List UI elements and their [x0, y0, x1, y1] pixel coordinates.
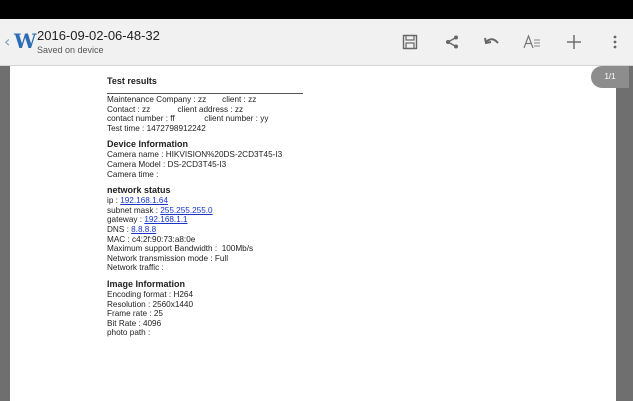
page-indicator: 1/1 [591, 66, 629, 88]
value: zz [234, 104, 244, 114]
label: subnet mask [107, 205, 154, 215]
label: contact number [107, 114, 164, 124]
contact-number-line: contact number : ff client number : yy [107, 114, 269, 124]
subnet-link[interactable]: 255.255.255.0 [160, 206, 212, 215]
network-traffic-line: Network traffic : [107, 263, 164, 273]
gateway-line: gateway : 192.168.1.1 [107, 215, 188, 225]
divider [107, 93, 303, 94]
photo-path-line: photo path : [107, 328, 151, 338]
label: Network traffic [107, 263, 160, 273]
label: Encoding format [107, 289, 167, 299]
value: c4:2f:90:73:a8:0e [132, 234, 196, 244]
camera-name-line: Camera name : HIKVISION%20DS-2CD3T45-I3 [107, 150, 283, 160]
text-format-icon[interactable] [521, 30, 543, 54]
label: Network transmission mode [107, 253, 209, 263]
document-title: 2016-09-02-06-48-32 [37, 28, 160, 43]
label: gateway [107, 215, 138, 225]
transmission-mode-line: Network transmission mode : Full [107, 253, 229, 263]
label: Camera Model [107, 159, 161, 169]
document-subtitle: Saved on device [37, 45, 104, 55]
camera-time-line: Camera time : [107, 169, 159, 179]
resolution-line: Resolution : 2560x1440 [107, 299, 194, 309]
ip-line: ip : 192.168.1.64 [107, 196, 169, 206]
label: client [222, 95, 242, 104]
share-icon[interactable] [441, 30, 463, 54]
save-icon[interactable] [399, 30, 421, 54]
label: client number [204, 114, 254, 124]
gateway-link[interactable]: 192.168.1.1 [144, 215, 187, 224]
label: client address [177, 104, 229, 114]
bandwidth-line: Maximum support Bandwidth : 100Mb/s [107, 244, 254, 254]
scrollbar[interactable] [623, 66, 633, 401]
value: HIKVISION%20DS-2CD3T45-I3 [165, 150, 283, 160]
document-content: Test results Maintenance Company : zz cl… [107, 76, 303, 338]
word-logo-icon: W [14, 29, 37, 53]
value: 25 [153, 309, 163, 319]
value: 2560x1440 [152, 299, 194, 309]
document-heading: Test results [107, 76, 157, 86]
label: Maintenance Company [107, 95, 192, 104]
status-bar [0, 0, 633, 19]
frame-rate-line: Frame rate : 25 [107, 309, 163, 319]
mac-line: MAC : c4:2f:90:73:a8:0e [107, 234, 196, 244]
label: DNS [107, 224, 125, 234]
camera-model-line: Camera Model : DS-2CD3T45-I3 [107, 159, 227, 169]
value: 100Mb/s [221, 244, 254, 254]
label: Contact [107, 104, 136, 114]
add-icon[interactable] [563, 30, 585, 54]
value: zz [142, 104, 151, 114]
value: zz [198, 95, 207, 104]
undo-icon[interactable] [481, 30, 503, 54]
label: Maximum support Bandwidth [107, 244, 213, 254]
value: yy [260, 114, 269, 124]
label: Frame rate [107, 309, 148, 319]
app-bar: ‹ W 2016-09-02-06-48-32 Saved on device [0, 19, 633, 66]
document-page[interactable] [10, 66, 616, 401]
value: H264 [173, 289, 194, 299]
encoding-line: Encoding format : H264 [107, 289, 194, 299]
label: Resolution [107, 299, 146, 309]
label: ip [107, 196, 114, 206]
more-icon[interactable] [604, 30, 626, 54]
value: DS-2CD3T45-I3 [167, 159, 227, 169]
ip-link[interactable]: 192.168.1.64 [120, 196, 168, 205]
value: Full [214, 253, 229, 263]
subnet-line: subnet mask : 255.255.255.0 [107, 205, 213, 215]
image-info-heading: Image Information [107, 278, 186, 289]
maintenance-line: Maintenance Company : zz client : zz [107, 95, 257, 104]
bit-rate-line: Bit Rate : 4096 [107, 318, 162, 328]
contact-line: Contact : zz client address : zz [107, 104, 244, 114]
label: photo path [107, 328, 146, 338]
label: MAC [107, 234, 126, 244]
value: ff [170, 114, 175, 124]
network-heading: network status [107, 185, 171, 196]
label: Test time [107, 123, 140, 133]
dns-link[interactable]: 8.8.8.8 [131, 225, 156, 234]
value: zz [248, 95, 257, 104]
test-time-line: Test time : 1472798912242 [107, 123, 206, 133]
device-info-heading: Device Information [107, 139, 189, 150]
label: Bit Rate [107, 318, 137, 328]
value: 4096 [142, 318, 162, 328]
value: 1472798912242 [146, 123, 206, 133]
dns-line: DNS : 8.8.8.8 [107, 224, 157, 234]
label: Camera time [107, 169, 154, 179]
label: Camera name [107, 150, 159, 160]
